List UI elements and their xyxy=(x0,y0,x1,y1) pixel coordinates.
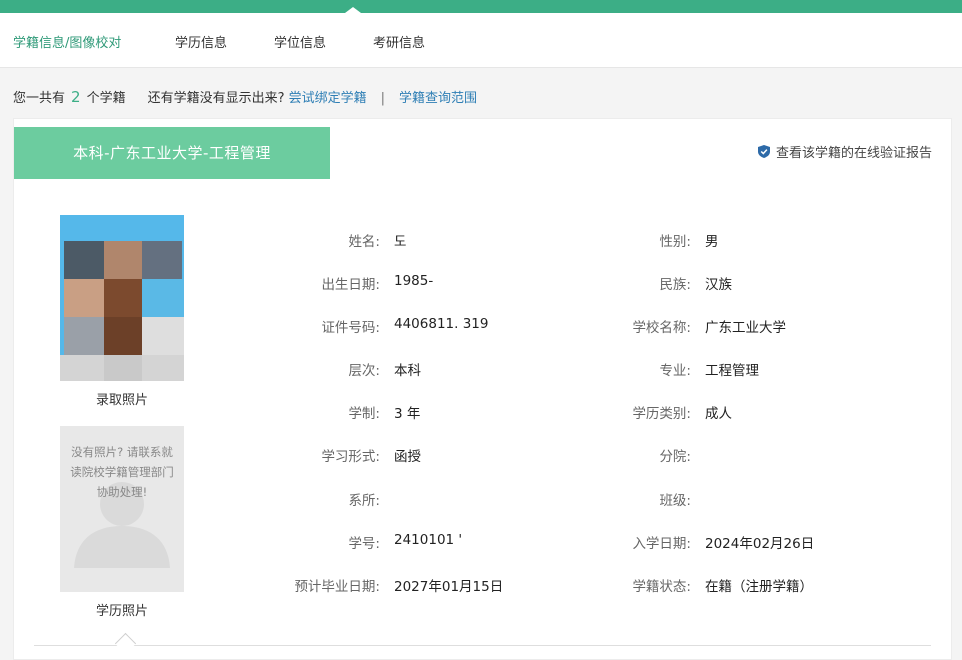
label-department: 系所: xyxy=(348,493,380,509)
value-major: 工程管理 xyxy=(705,363,759,379)
label-gender: 性别: xyxy=(659,234,691,250)
label-school-name: 学校名称: xyxy=(632,320,691,336)
value-status: 在籍（注册学籍） xyxy=(705,579,813,595)
query-scope-link[interactable]: 学籍查询范围 xyxy=(399,91,477,106)
label-level: 层次: xyxy=(348,363,380,379)
label-birth-date: 出生日期: xyxy=(321,277,380,293)
value-expected-graduation: 2027年01月15日 xyxy=(394,579,504,595)
summary-question: 还有学籍没有显示出来? xyxy=(147,91,285,106)
link-separator: | xyxy=(380,91,386,106)
label-duration: 学制: xyxy=(348,406,380,422)
record-summary: 您一共有 2 个学籍 还有学籍没有显示出来? 尝试绑定学籍 | 学籍查询范围 xyxy=(13,87,477,106)
value-school-name: 广东工业大学 xyxy=(705,320,786,336)
label-student-id: 学号: xyxy=(348,536,380,552)
summary-prefix: 您一共有 xyxy=(13,91,66,106)
bind-record-link[interactable]: 尝试绑定学籍 xyxy=(289,91,367,106)
value-level: 本科 xyxy=(394,363,421,379)
verify-report-link[interactable]: 查看该学籍的在线验证报告 xyxy=(757,142,932,161)
value-education-type: 成人 xyxy=(705,406,732,422)
tab-degree-info[interactable]: 学位信息 xyxy=(274,32,326,51)
admission-photo xyxy=(60,215,184,381)
label-id-number: 证件号码: xyxy=(321,320,380,336)
education-photo-caption: 学历照片 xyxy=(95,604,148,619)
label-name: 姓名: xyxy=(348,234,380,250)
top-bar xyxy=(0,0,962,13)
value-birth-date: 1985- xyxy=(394,273,434,289)
value-gender: 男 xyxy=(705,234,719,250)
value-study-mode: 函授 xyxy=(394,449,421,465)
tab-status-info[interactable]: 学籍信息/图像校对 xyxy=(13,32,121,51)
education-photo-placeholder: 没有照片? 请联系就读院校学籍管理部门协助处理! xyxy=(60,426,184,592)
nav-tabs: 学籍信息/图像校对 学历信息 学位信息 考研信息 xyxy=(0,13,962,68)
record-title: 本科-广东工业大学-工程管理 xyxy=(14,127,330,179)
verify-report-label: 查看该学籍的在线验证报告 xyxy=(775,146,932,161)
label-class: 班级: xyxy=(659,493,691,509)
value-enrollment-date: 2024年02月26日 xyxy=(705,536,815,552)
label-education-type: 学历类别: xyxy=(632,406,691,422)
tab-exam-info[interactable]: 考研信息 xyxy=(373,32,425,51)
label-enrollment-date: 入学日期: xyxy=(632,536,691,552)
value-duration: 3 年 xyxy=(394,406,421,422)
admission-photo-caption: 录取照片 xyxy=(95,393,148,408)
section-pointer xyxy=(114,632,137,655)
value-name: 도 xyxy=(394,234,407,250)
label-study-mode: 学习形式: xyxy=(321,449,380,465)
value-id-number: 4406811. 319 xyxy=(394,316,489,332)
record-card: 本科-广东工业大学-工程管理 查看该学籍的在线验证报告 录取照片 没有照片? 请… xyxy=(13,118,952,660)
label-ethnicity: 民族: xyxy=(659,277,691,293)
record-count: 2 xyxy=(71,88,81,106)
no-photo-note: 没有照片? 请联系就读院校学籍管理部门协助处理! xyxy=(70,445,174,499)
summary-suffix: 个学籍 xyxy=(86,91,126,106)
shield-check-icon xyxy=(757,145,770,158)
pixelated-photo-image xyxy=(60,215,184,381)
label-status: 学籍状态: xyxy=(632,579,691,595)
label-expected-graduation: 预计毕业日期: xyxy=(294,579,380,595)
tab-education-info[interactable]: 学历信息 xyxy=(175,32,227,51)
value-ethnicity: 汉族 xyxy=(705,277,732,293)
label-branch: 分院: xyxy=(659,449,691,465)
value-student-id: 2410101 ' xyxy=(394,532,463,548)
label-major: 专业: xyxy=(659,363,691,379)
